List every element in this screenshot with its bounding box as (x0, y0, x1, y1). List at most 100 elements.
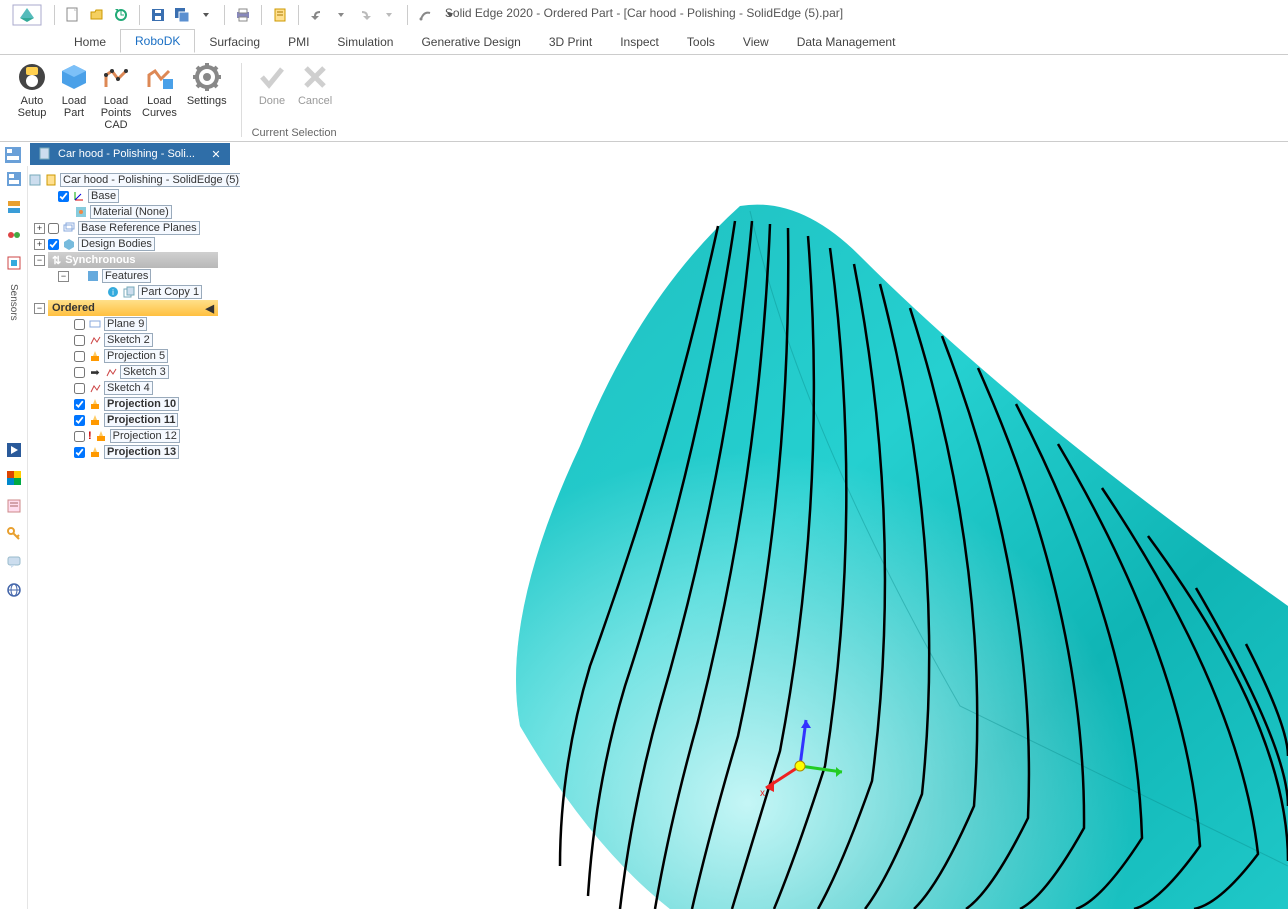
collapse-icon[interactable]: − (58, 271, 69, 282)
open-icon[interactable] (87, 5, 107, 25)
tree-base-ref-planes[interactable]: + Base Reference Planes (28, 220, 240, 236)
ribbon: Auto Setup Load Part Load Points CAD Loa… (0, 54, 1288, 142)
tree-sketch4[interactable]: Sketch 4 (28, 380, 240, 396)
tree-sketch2[interactable]: Sketch 2 (28, 332, 240, 348)
app-button[interactable] (8, 3, 46, 27)
tab-view[interactable]: View (729, 31, 783, 53)
sidebar-color-icon[interactable] (5, 469, 23, 487)
settings-button[interactable]: Settings (183, 59, 231, 131)
sidebar-notes-icon[interactable] (5, 497, 23, 515)
tree-checkbox[interactable] (74, 431, 85, 442)
tab-inspect[interactable]: Inspect (606, 31, 673, 53)
tree-checkbox[interactable] (74, 383, 85, 394)
tab-surfacing[interactable]: Surfacing (195, 31, 274, 53)
tree-checkbox[interactable] (74, 415, 85, 426)
collapse-icon[interactable]: − (34, 303, 45, 314)
collapse-icon[interactable]: − (34, 255, 45, 266)
tree-checkbox[interactable] (74, 351, 85, 362)
tree-root[interactable]: Car hood - Polishing - SolidEdge (5).par (28, 172, 240, 188)
sketch-icon (88, 333, 102, 347)
tree-checkbox[interactable] (74, 319, 85, 330)
tab-tools[interactable]: Tools (673, 31, 729, 53)
tree-base[interactable]: Base (28, 188, 240, 204)
dropdown-icon[interactable] (196, 5, 216, 25)
new-icon[interactable] (63, 5, 83, 25)
tree-checkbox[interactable] (74, 399, 85, 410)
load-curves-button[interactable]: Load Curves (138, 59, 181, 131)
material-icon (74, 205, 88, 219)
expand-icon[interactable]: + (34, 223, 45, 234)
load-part-icon (58, 61, 90, 93)
done-button[interactable]: Done (252, 59, 292, 107)
tree-features[interactable]: − Features (28, 268, 240, 284)
load-points-button[interactable]: Load Points CAD (96, 59, 136, 131)
tree-checkbox[interactable] (48, 239, 59, 250)
sidebar-feature-library-icon[interactable] (5, 198, 23, 216)
tree-projection13[interactable]: Projection 13 (28, 444, 240, 460)
copy-icon (122, 285, 136, 299)
tab-3d-print[interactable]: 3D Print (535, 31, 606, 53)
sidebar-layers-icon[interactable] (5, 254, 23, 272)
tree-checkbox[interactable] (74, 447, 85, 458)
undo-dropdown-icon[interactable] (331, 5, 351, 25)
auto-setup-button[interactable]: Auto Setup (12, 59, 52, 131)
tab-data-management[interactable]: Data Management (783, 31, 910, 53)
left-sidebar: Sensors (0, 166, 28, 909)
tree-projection11[interactable]: Projection 11 (28, 412, 240, 428)
info-icon: i (106, 285, 120, 299)
tree-projection10[interactable]: Projection 10 (28, 396, 240, 412)
properties-icon[interactable] (270, 5, 290, 25)
sidebar-pathfinder-icon[interactable] (5, 170, 23, 188)
tab-simulation[interactable]: Simulation (323, 31, 407, 53)
window-title: Solid Edge 2020 - Ordered Part - [Car ho… (445, 6, 843, 20)
sidebar-key-icon[interactable] (5, 525, 23, 543)
body-icon (62, 237, 76, 251)
save-as-icon[interactable] (172, 5, 192, 25)
redo-icon[interactable] (355, 5, 375, 25)
sidebar-comment-icon[interactable] (5, 553, 23, 571)
expand-icon[interactable]: + (34, 239, 45, 250)
tab-robodk[interactable]: RoboDK (120, 29, 195, 53)
cancel-button[interactable]: Cancel (294, 59, 336, 107)
load-points-icon (100, 61, 132, 93)
tree-checkbox[interactable] (48, 223, 59, 234)
tree-ordered[interactable]: − Ordered◀ (28, 300, 240, 316)
redo-dropdown-icon[interactable] (379, 5, 399, 25)
load-curves-icon (143, 61, 175, 93)
tab-home[interactable]: Home (60, 31, 120, 53)
sidebar-family-icon[interactable] (5, 226, 23, 244)
tree-checkbox[interactable] (74, 367, 85, 378)
tree-checkbox[interactable] (58, 191, 69, 202)
undo-icon[interactable] (307, 5, 327, 25)
print-icon[interactable] (233, 5, 253, 25)
tree-design-bodies[interactable]: + Design Bodies (28, 236, 240, 252)
document-icon (38, 146, 52, 163)
open-recent-icon[interactable] (111, 5, 131, 25)
tab-generative-design[interactable]: Generative Design (407, 31, 534, 53)
tree-projection12[interactable]: ! Projection 12 (28, 428, 240, 444)
projection-icon (94, 429, 108, 443)
pathfinder-toggle-icon[interactable] (4, 146, 22, 167)
tree-checkbox[interactable] (74, 335, 85, 346)
auto-setup-icon (16, 61, 48, 93)
tree-synchronous[interactable]: − ⇅Synchronous (28, 252, 240, 268)
3d-viewport[interactable]: x (240, 166, 1288, 909)
tree-projection5[interactable]: Projection 5 (28, 348, 240, 364)
tree-sketch3[interactable]: ➡ Sketch 3 (28, 364, 240, 380)
tree-part-copy[interactable]: i Part Copy 1 (28, 284, 240, 300)
sidebar-play-icon[interactable] (5, 441, 23, 459)
save-icon[interactable] (148, 5, 168, 25)
load-part-button[interactable]: Load Part (54, 59, 94, 131)
features-icon (86, 269, 100, 283)
sketch-icon[interactable] (416, 5, 436, 25)
close-tab-icon[interactable]: ✕ (208, 148, 224, 161)
sensors-label[interactable]: Sensors (8, 284, 19, 321)
group-label: Current Selection (252, 125, 337, 141)
tree-plane9[interactable]: Plane 9 (28, 316, 240, 332)
document-tab-bar: Car hood - Polishing - Soli... ✕ (0, 142, 1288, 166)
sidebar-globe-icon[interactable] (5, 581, 23, 599)
tab-pmi[interactable]: PMI (274, 31, 323, 53)
tree-material[interactable]: Material (None) (28, 204, 240, 220)
x-icon (299, 61, 331, 93)
document-tab[interactable]: Car hood - Polishing - Soli... ✕ (30, 143, 230, 165)
